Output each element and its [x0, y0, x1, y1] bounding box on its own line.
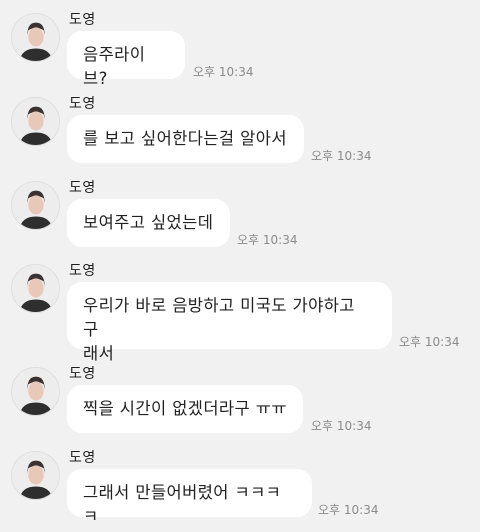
- message-time: 오후 10:34: [193, 65, 254, 79]
- message-bubble: 찍을 시간이 없겠더라구 ㅠㅠ: [67, 385, 303, 433]
- message-time: 오후 10:34: [237, 233, 298, 247]
- avatar[interactable]: [11, 451, 60, 500]
- avatar[interactable]: [11, 367, 60, 416]
- avatar[interactable]: [11, 264, 60, 313]
- message-time: 오후 10:34: [311, 149, 372, 163]
- avatar[interactable]: [11, 97, 60, 146]
- message-bubble: 보여주고 싶었는데: [67, 199, 230, 247]
- message-bubble: 우리가 바로 음방하고 미국도 가야하고 구 래서: [67, 282, 392, 363]
- message-time: 오후 10:34: [399, 335, 460, 349]
- sender-name: 도영: [69, 12, 96, 28]
- message-bubble: 를 보고 싶어한다는걸 알아서: [67, 115, 304, 163]
- sender-name: 도영: [69, 366, 96, 382]
- sender-name: 도영: [69, 263, 96, 279]
- avatar[interactable]: [11, 181, 60, 230]
- message-bubble: 음주라이브?: [67, 31, 185, 88]
- avatar[interactable]: [11, 13, 60, 62]
- message-time: 오후 10:34: [311, 419, 372, 433]
- message-bubble: 그래서 만들어버렸어 ㅋㅋㅋㅋ: [67, 469, 312, 526]
- sender-name: 도영: [69, 96, 96, 112]
- sender-name: 도영: [69, 450, 96, 466]
- message-time: 오후 10:34: [318, 503, 379, 517]
- sender-name: 도영: [69, 180, 96, 196]
